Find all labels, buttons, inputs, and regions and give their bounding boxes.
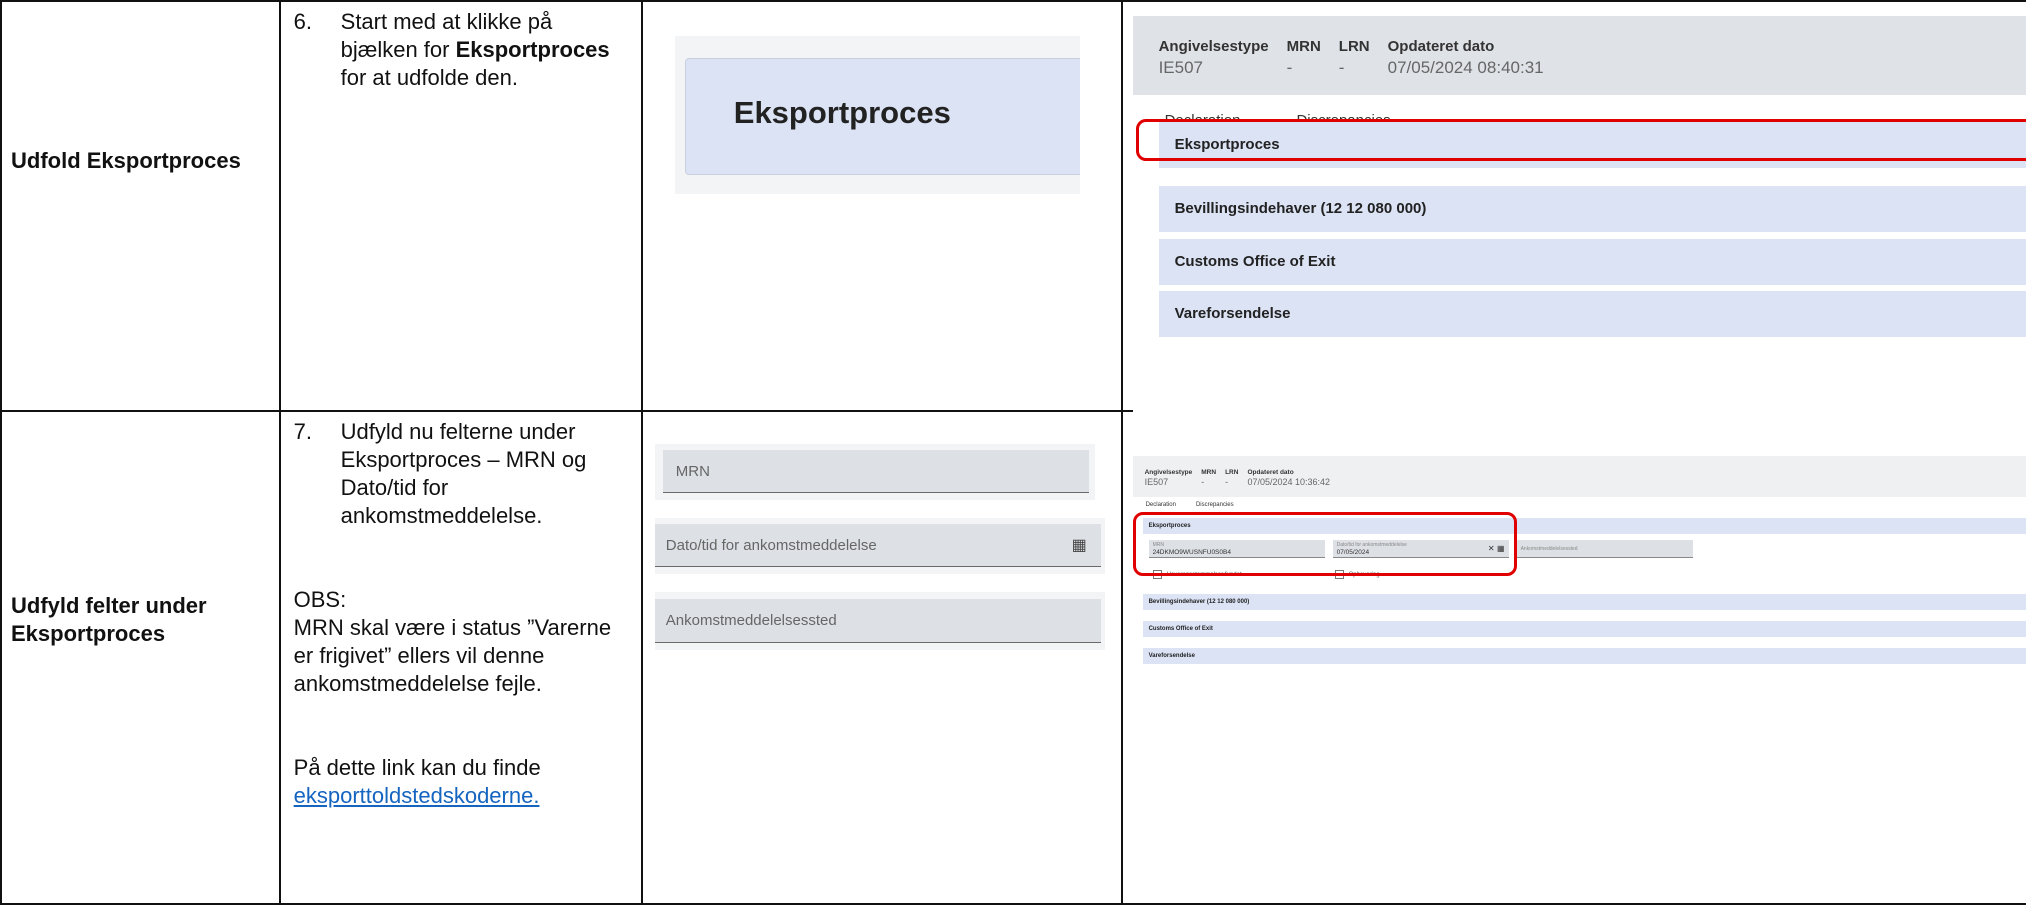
instruction-after: for at udfolde den.: [340, 65, 518, 90]
date-field-zoom[interactable]: Dato/tid for ankomstmeddelelse ▦: [654, 524, 1101, 567]
step-6: 6. Start med at klikke på bjælken for Ek…: [294, 8, 635, 92]
section-customs-office-of-exit[interactable]: Customs Office of Exit: [1158, 239, 2026, 285]
calendar-icon[interactable]: ▦: [1072, 524, 1087, 567]
header-type: Angivelsestype IE507: [1158, 38, 1269, 77]
zoom-cell: MRN Dato/tid for ankomstmeddelelse ▦ Ank…: [640, 410, 1123, 905]
place-field-zoom[interactable]: Ankomstmeddelelsessted: [654, 599, 1101, 643]
date-zoom-wrap: Dato/tid for ankomstmeddelelse ▦: [654, 518, 1105, 574]
eksportproces-zoom-label: Eksportproces: [733, 95, 951, 130]
obs-text: MRN skal være i status ”Varerne er frigi…: [293, 615, 612, 696]
obs-title: OBS:: [293, 587, 347, 612]
declaration-header: Angivelsestype IE507 MRN - LRN - Opdateret …: [1132, 16, 2026, 95]
header-columns: Angivelsestype IE507 MRN - LRN - Opdateret …: [1159, 38, 1544, 78]
screenshot-collapsed: Angivelsestype IE507 MRN - LRN - Opdateret …: [1132, 16, 2026, 412]
guide-row-fill: Udfyld felter under Eksportproces 7. Udf…: [0, 410, 2026, 905]
step-label-cell: Udfyld felter under Eksportproces: [0, 410, 281, 905]
declaration-header: Angivelsestype IE507 MRN - LRN - Opdateret …: [1132, 456, 2026, 497]
step-number: 7.: [293, 419, 312, 444]
instruction-text: 6. Start med at klikke på bjælken for Ek…: [294, 8, 635, 92]
instruction-text: 7. Udfyld nu felterne under Eksportproce…: [294, 418, 635, 810]
step-6-text: Start med at klikke på bjælken for Ekspo…: [341, 8, 635, 92]
step-label: Udfold Eksportproces: [11, 148, 241, 173]
section-vareforsendelse[interactable]: Vareforsendelse: [1158, 291, 2026, 337]
eksporttoldsted-link[interactable]: eksporttoldstedskoderne.: [294, 782, 635, 810]
instruction-bold: Eksportproces: [455, 37, 610, 62]
eksportproces-bar-zoom: Eksportproces: [684, 58, 1080, 175]
screenshot-expanded: Angivelsestype IE507 MRN - LRN - Opdateret …: [1132, 456, 2026, 688]
screenshot-cell: Angivelsestype IE507 MRN - LRN - Opdateret …: [1120, 0, 2026, 412]
guide-row-expand: Udfold Eksportproces 6. Start med at kli…: [0, 0, 2026, 412]
guide-table: Udfold Eksportproces 6. Start med at kli…: [0, 0, 2026, 905]
step-label: Udfyld felter under Eksportproces: [11, 593, 207, 646]
section-vareforsendelse[interactable]: Vareforsendelse: [1142, 648, 2026, 664]
header-lrn: LRN -: [1338, 38, 1370, 77]
screenshot-cell: Angivelsestype IE507 MRN - LRN - Opdateret …: [1120, 410, 2026, 905]
zoom-cell: Eksportproces: [640, 0, 1123, 412]
header-updated: Opdateret dato 07/05/2024 10:36:42: [1247, 469, 1331, 487]
step-7-text: Udfyld nu felterne under Eksportproces –…: [340, 419, 587, 528]
header-mrn: MRN -: [1201, 469, 1217, 487]
mrn-field-zoom[interactable]: MRN: [662, 450, 1089, 493]
header-lrn: LRN -: [1225, 469, 1239, 487]
step-7: 7. Udfyld nu felterne under Eksportproce…: [294, 418, 635, 530]
header-type: Angivelsestype IE507: [1144, 469, 1193, 487]
highlight-box: [1132, 512, 1517, 576]
step-label-cell: Udfold Eksportproces: [0, 0, 281, 412]
instruction-cell: 7. Udfyld nu felterne under Eksportproce…: [278, 410, 643, 905]
highlight-box: [1135, 119, 2026, 161]
header-mrn: MRN -: [1286, 38, 1321, 77]
date-field-label: Dato/tid for ankomstmeddelelse: [665, 537, 877, 554]
section-bevillingsindehaver[interactable]: Bevillingsindehaver (12 12 080 000): [1158, 186, 2026, 232]
section-customs-office-of-exit[interactable]: Customs Office of Exit: [1142, 621, 2026, 637]
header-updated: Opdateret dato 07/05/2024 08:40:31: [1387, 38, 1544, 77]
header-columns: Angivelsestype IE507 MRN - LRN - Opdateret …: [1145, 469, 1330, 487]
section-bevillingsindehaver[interactable]: Bevillingsindehaver (12 12 080 000): [1142, 594, 2026, 610]
instruction-cell: 6. Start med at klikke på bjælken for Ek…: [278, 0, 643, 412]
mrn-zoom-wrap: MRN: [654, 444, 1095, 500]
eksportproces-zoom: Eksportproces: [674, 36, 1080, 194]
place-field[interactable]: Ankomstmeddelelsessted: [1516, 540, 1693, 558]
link-intro: På dette link kan du finde: [293, 755, 541, 780]
place-zoom-wrap: Ankomstmeddelelsessted: [654, 592, 1105, 650]
step-number: 6.: [293, 9, 312, 34]
